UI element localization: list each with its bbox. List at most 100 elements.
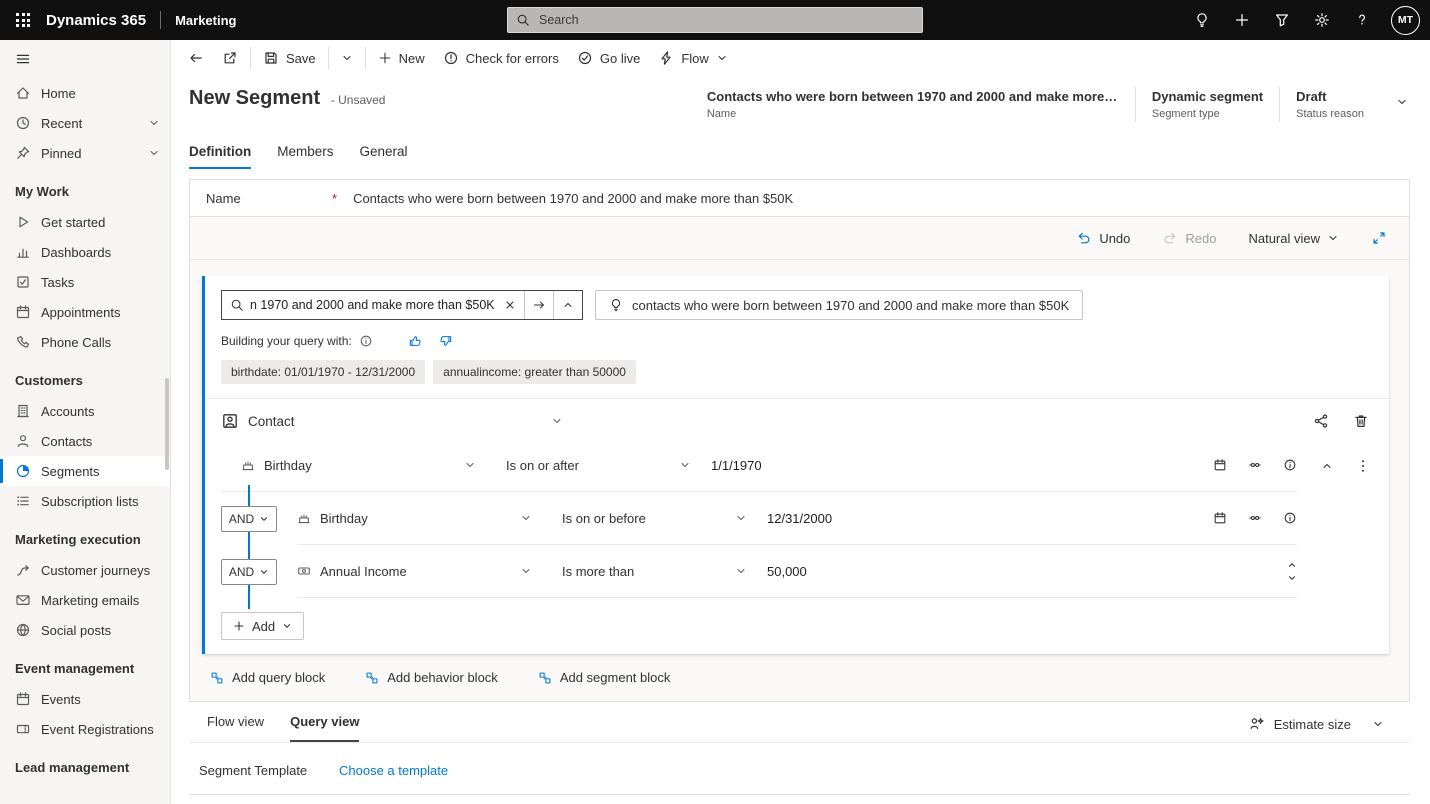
choose-template-link[interactable]: Choose a template (339, 763, 448, 778)
query-block-card: contacts who were born between 1970 and … (202, 276, 1389, 654)
tab-flow-view[interactable]: Flow view (207, 714, 264, 742)
entity-name: Contact (248, 414, 295, 429)
sidebar-item-dashboards[interactable]: Dashboards (0, 237, 170, 267)
relate-block-button[interactable] (1313, 413, 1329, 429)
operator-dropdown[interactable]: Is more than (562, 564, 747, 579)
info-icon[interactable] (359, 334, 373, 348)
value-field[interactable]: 1/1/1970 (711, 458, 1201, 473)
building-query-label: Building your query with: (221, 334, 352, 348)
clear-query-button[interactable] (496, 291, 524, 319)
redo-button[interactable]: Redo (1156, 229, 1222, 247)
natural-language-input[interactable] (250, 291, 496, 319)
sidebar-item-appointments[interactable]: Appointments (0, 297, 170, 327)
popout-button[interactable] (213, 43, 247, 73)
query-suggestion-chip[interactable]: contacts who were born between 1970 and … (595, 290, 1083, 320)
chevron-down-icon[interactable] (148, 147, 160, 159)
date-picker-button[interactable] (1213, 511, 1227, 525)
back-button[interactable] (179, 43, 213, 73)
submit-query-button[interactable] (525, 291, 553, 319)
spinner-up-button[interactable] (1287, 560, 1297, 570)
sidebar-item-phone-calls[interactable]: Phone Calls (0, 327, 170, 357)
view-tabs-row: Flow view Query view Estimate size (189, 702, 1410, 743)
entity-dropdown[interactable]: Contact (221, 412, 563, 430)
sidebar-item-customer-journeys[interactable]: Customer journeys (0, 555, 170, 585)
attribute-dropdown[interactable]: Birthday (241, 458, 476, 473)
save-button[interactable]: Save (254, 43, 325, 73)
spinner-down-button[interactable] (1287, 573, 1297, 583)
sidebar-item-get-started[interactable]: Get started (0, 207, 170, 237)
sidebar-item-home[interactable]: Home (0, 78, 170, 108)
view-selector-dropdown[interactable]: Natural view (1242, 230, 1345, 247)
add-behavior-block-button[interactable]: Add behavior block (359, 669, 504, 686)
global-search-input[interactable] (537, 12, 914, 28)
logic-operator-label: AND (229, 565, 254, 579)
collapse-assist-button[interactable] (554, 291, 582, 319)
date-picker-button[interactable] (1213, 458, 1227, 472)
row-more-button[interactable] (1355, 458, 1371, 474)
new-button[interactable]: New (369, 43, 434, 73)
sidebar-scrollbar-thumb[interactable] (165, 378, 169, 470)
delete-block-button[interactable] (1353, 413, 1369, 429)
sidebar-item-marketing-emails[interactable]: Marketing emails (0, 585, 170, 615)
flow-button[interactable]: Flow (649, 43, 736, 73)
waffle-menu-button[interactable] (0, 0, 46, 40)
sitemap-toggle-button[interactable] (0, 40, 170, 78)
filter-button[interactable] (1262, 0, 1302, 40)
chevron-down-icon (1396, 96, 1408, 108)
calendar-icon (15, 304, 31, 320)
tab-query-view[interactable]: Query view (290, 714, 359, 742)
sidebar-item-subscription-lists[interactable]: Subscription lists (0, 486, 170, 516)
record-header: New Segment - Unsaved Contacts who were … (171, 76, 1430, 138)
tab-members[interactable]: Members (277, 144, 333, 169)
row-info-button[interactable] (1283, 458, 1297, 472)
chevron-up-icon (1287, 560, 1297, 570)
save-split-chevron-button[interactable] (332, 43, 362, 73)
row-info-button[interactable] (1283, 511, 1297, 525)
user-avatar[interactable]: MT (1391, 6, 1420, 35)
add-condition-button[interactable]: Add (221, 612, 304, 640)
value-field[interactable]: 50,000 (767, 564, 1275, 579)
quick-create-button[interactable] (1222, 0, 1262, 40)
sidebar-item-tasks[interactable]: Tasks (0, 267, 170, 297)
attribute-dropdown[interactable]: Annual Income (297, 564, 532, 579)
sidebar-item-pinned[interactable]: Pinned (0, 138, 170, 168)
thumbs-down-button[interactable] (439, 334, 453, 348)
sidebar-item-accounts[interactable]: Accounts (0, 396, 170, 426)
operator-dropdown[interactable]: Is on or after (506, 458, 691, 473)
operator-dropdown[interactable]: Is on or before (562, 511, 747, 526)
logic-operator-dropdown[interactable]: AND (221, 506, 277, 532)
sidebar-item-events[interactable]: Events (0, 684, 170, 714)
logic-operator-dropdown[interactable]: AND (221, 559, 277, 585)
help-button[interactable] (1342, 0, 1382, 40)
range-toggle-button[interactable] (1248, 511, 1262, 525)
range-toggle-button[interactable] (1248, 458, 1262, 472)
settings-button[interactable] (1302, 0, 1342, 40)
fullscreen-button[interactable] (1365, 229, 1393, 247)
global-search[interactable] (507, 7, 923, 33)
add-query-block-button[interactable]: Add query block (204, 669, 331, 686)
add-segment-block-button[interactable]: Add segment block (532, 669, 677, 686)
name-field-value[interactable]: Contacts who were born between 1970 and … (353, 191, 793, 206)
collapse-block-button[interactable] (1321, 460, 1333, 472)
sidebar-item-social-posts[interactable]: Social posts (0, 615, 170, 645)
query-term-chip[interactable]: birthdate: 01/01/1970 - 12/31/2000 (221, 360, 425, 384)
sidebar-item-segments[interactable]: Segments (0, 456, 170, 486)
command-bar-divider (365, 47, 366, 69)
header-expand-button[interactable] (1390, 95, 1414, 109)
estimate-size-button[interactable]: Estimate size (1243, 715, 1390, 742)
tab-definition[interactable]: Definition (189, 144, 251, 169)
query-term-chip[interactable]: annualincome: greater than 50000 (433, 360, 636, 384)
thumbs-up-button[interactable] (408, 334, 422, 348)
chevron-down-icon[interactable] (148, 117, 160, 129)
go-live-button[interactable]: Go live (568, 43, 649, 73)
sidebar-item-event-registrations[interactable]: Event Registrations (0, 714, 170, 744)
check-for-errors-button[interactable]: Check for errors (434, 43, 568, 73)
undo-button[interactable]: Undo (1070, 229, 1136, 247)
sidebar-item-recent[interactable]: Recent (0, 108, 170, 138)
quick-ideas-button[interactable] (1182, 0, 1222, 40)
attribute-dropdown[interactable]: Birthday (297, 511, 532, 526)
tab-general[interactable]: General (360, 144, 408, 169)
value-field[interactable]: 12/31/2000 (767, 511, 1201, 526)
sidebar-item-contacts[interactable]: Contacts (0, 426, 170, 456)
area-switcher[interactable]: Marketing (175, 13, 236, 28)
